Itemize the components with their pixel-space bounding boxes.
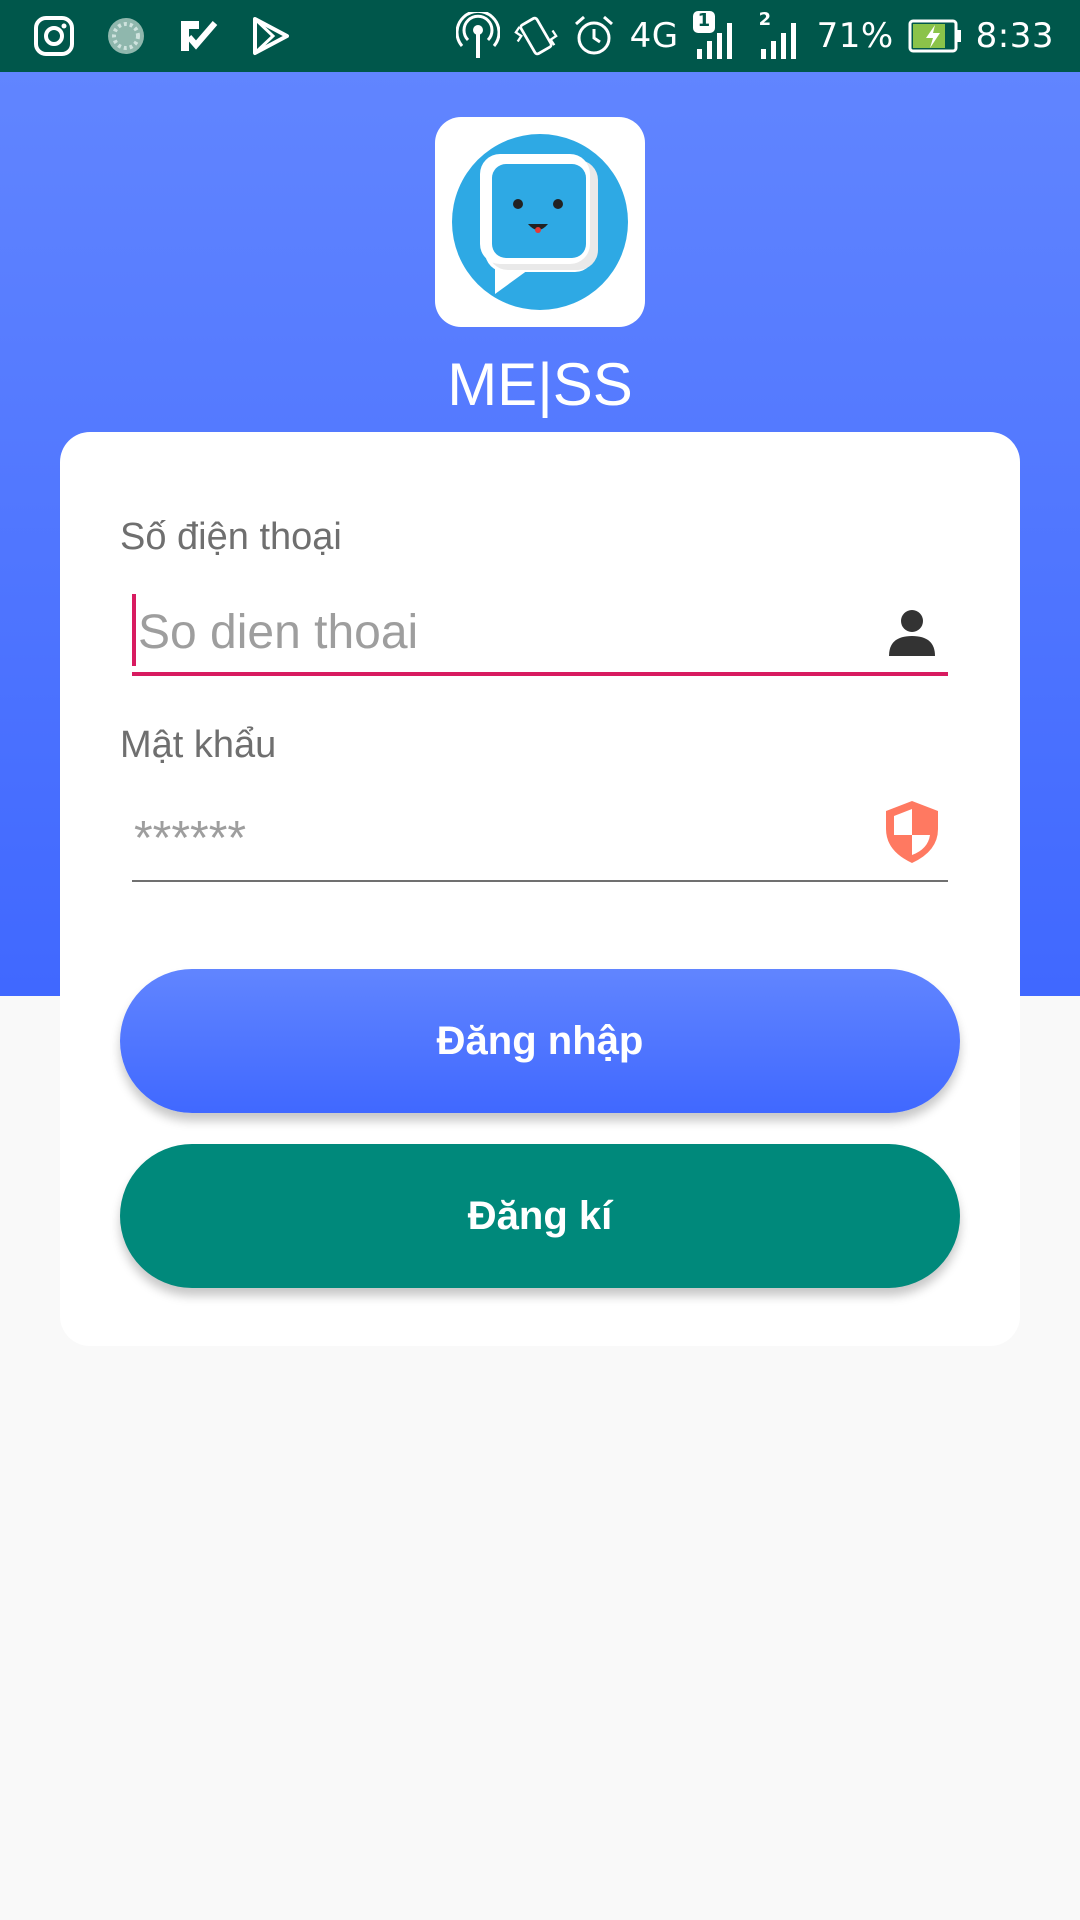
shield-icon (882, 801, 942, 863)
battery-icon (908, 14, 962, 58)
person-icon (882, 602, 942, 662)
chat-bot-logo-icon (452, 134, 628, 310)
app-name: ME|SS (447, 351, 633, 418)
play-store-icon (248, 14, 292, 58)
hotspot-icon (455, 12, 500, 58)
network-type: 4G (629, 16, 679, 56)
app-logo (435, 117, 645, 327)
check-app-icon (176, 14, 220, 58)
login-card: Số điện thoại Mật khẩu Đăng nhập Đăng kí (60, 432, 1020, 1346)
password-input[interactable] (132, 796, 948, 880)
status-bar: 4G 1 2 71% 8:33 (0, 0, 1080, 72)
battery-percentage: 71% (816, 16, 894, 56)
alarm-icon (572, 14, 616, 58)
text-cursor (132, 594, 136, 666)
login-button[interactable]: Đăng nhập (120, 969, 960, 1113)
password-label: Mật khẩu (120, 724, 277, 766)
instagram-icon (32, 14, 76, 58)
password-underline (132, 880, 948, 882)
register-button[interactable]: Đăng kí (120, 1144, 960, 1288)
phone-input[interactable] (132, 590, 948, 674)
vibrate-icon (513, 14, 558, 58)
clock: 8:33 (975, 16, 1054, 56)
phone-label: Số điện thoại (120, 516, 342, 558)
loading-icon (104, 14, 148, 58)
sim1-badge: 1 (697, 10, 711, 31)
signal-sim2-icon: 2 (757, 9, 803, 61)
signal-sim1-icon: 1 (692, 10, 743, 61)
phone-underline (132, 672, 948, 676)
sim2-badge: 2 (758, 9, 772, 30)
